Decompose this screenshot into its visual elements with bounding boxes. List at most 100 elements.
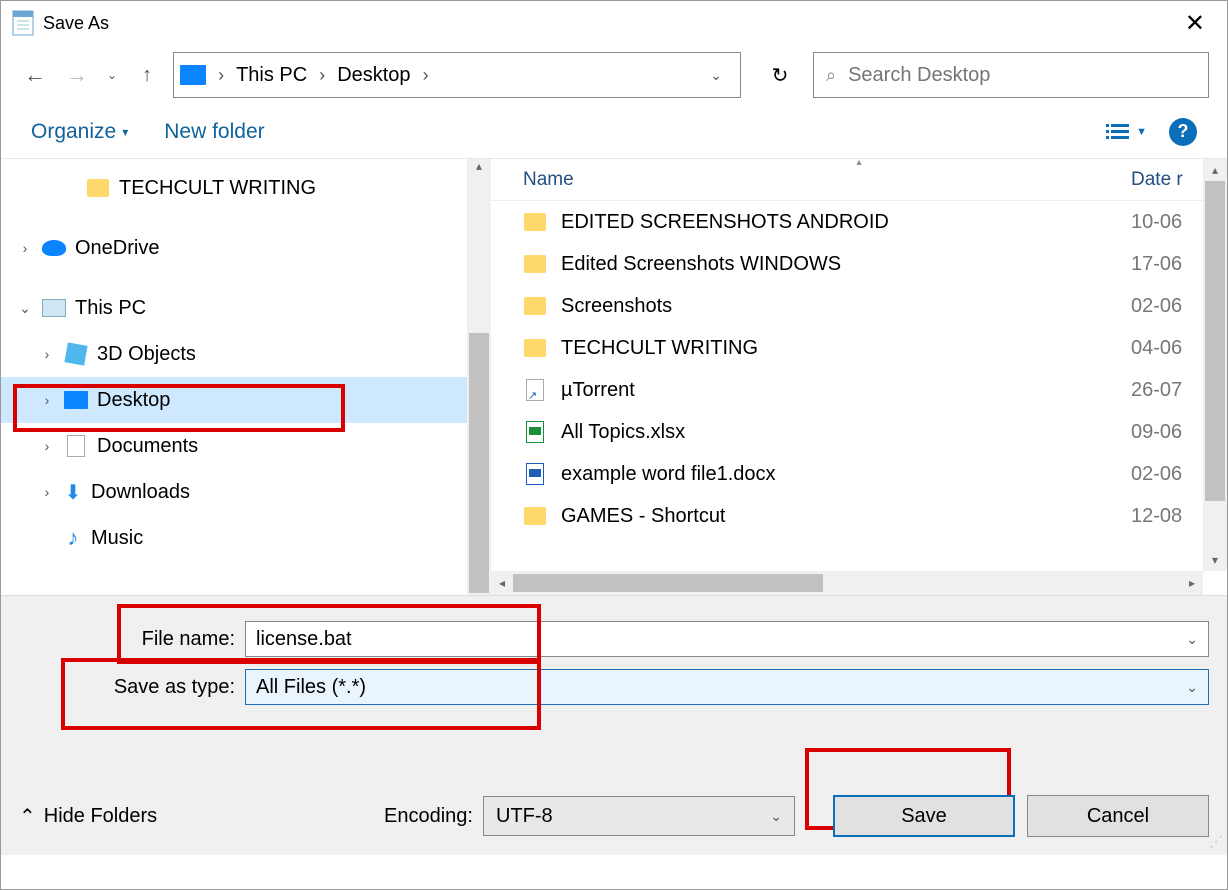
chevron-down-icon[interactable]: ⌄	[770, 808, 782, 825]
folder-icon	[523, 337, 547, 359]
folder-icon	[523, 211, 547, 233]
navigation-bar: ← → ⌄ ↑ › This PC › Desktop › ⌄ ↻ ⌕	[1, 45, 1227, 105]
file-row[interactable]: GAMES - Shortcut12-08	[491, 495, 1227, 537]
close-button[interactable]: ✕	[1171, 1, 1219, 46]
sort-indicator-icon: ▴	[491, 157, 1227, 168]
hide-folders-button[interactable]: ⌃ Hide Folders	[19, 804, 157, 829]
scroll-thumb[interactable]	[513, 574, 823, 592]
breadcrumb-this-pc[interactable]: This PC	[232, 64, 311, 87]
desktop-icon	[63, 389, 89, 411]
column-name[interactable]: Name	[523, 169, 1131, 191]
file-row[interactable]: Screenshots02-06	[491, 285, 1227, 327]
tree-item-3d-objects[interactable]: 3D Objects	[1, 331, 491, 377]
file-row[interactable]: example word file1.docx02-06	[491, 453, 1227, 495]
file-list[interactable]: ▴ Name Date r EDITED SCREENSHOTS ANDROID…	[491, 159, 1227, 595]
encoding-dropdown[interactable]: UTF-8 ⌄	[483, 796, 795, 836]
chevron-down-icon[interactable]: ⌄	[1186, 679, 1198, 696]
expand-icon[interactable]	[39, 392, 55, 408]
expand-icon[interactable]	[39, 484, 55, 500]
scroll-thumb[interactable]	[1205, 181, 1225, 501]
breadcrumb-desktop[interactable]: Desktop	[333, 64, 414, 87]
expand-icon[interactable]	[17, 240, 33, 256]
forward-button[interactable]: →	[61, 59, 93, 91]
tree-label: 3D Objects	[97, 343, 196, 366]
pc-icon	[41, 297, 67, 319]
address-dropdown[interactable]: ⌄	[698, 67, 734, 84]
scroll-up-icon[interactable]: ▴	[1203, 159, 1227, 181]
help-button[interactable]: ?	[1169, 118, 1197, 146]
file-row[interactable]: TECHCULT WRITING04-06	[491, 327, 1227, 369]
scroll-thumb[interactable]	[469, 333, 489, 593]
organize-menu[interactable]: Organize▾	[31, 120, 128, 144]
onedrive-icon	[41, 237, 67, 259]
file-row[interactable]: µTorrent26-07	[491, 369, 1227, 411]
folder-icon	[85, 177, 111, 199]
window-title: Save As	[43, 13, 109, 34]
cancel-button[interactable]: Cancel	[1027, 795, 1209, 837]
file-row[interactable]: EDITED SCREENSHOTS ANDROID10-06	[491, 201, 1227, 243]
navigation-tree[interactable]: TECHCULT WRITING OneDrive This PC 3D Obj…	[1, 159, 491, 595]
filename-input[interactable]: license.bat ⌄	[245, 621, 1209, 657]
word-icon	[523, 463, 547, 485]
file-name: All Topics.xlsx	[561, 421, 1131, 444]
scroll-down-icon[interactable]: ▾	[1203, 549, 1227, 571]
tree-item-downloads[interactable]: ⬇ Downloads	[1, 469, 491, 515]
chevron-right-icon[interactable]: ›	[212, 65, 230, 86]
tree-label: Desktop	[97, 389, 170, 412]
tree-item-documents[interactable]: Documents	[1, 423, 491, 469]
list-vscrollbar[interactable]: ▴ ▾	[1203, 159, 1227, 571]
encoding-label: Encoding:	[384, 805, 483, 828]
notepad-icon	[9, 9, 37, 37]
filename-label: File name:	[1, 628, 245, 651]
expand-icon[interactable]	[39, 438, 55, 454]
chevron-right-icon[interactable]: ›	[417, 65, 435, 86]
list-hscrollbar[interactable]: ◂ ▸	[491, 571, 1203, 595]
folder-icon	[523, 253, 547, 275]
save-panel: File name: license.bat ⌄ Save as type: A…	[1, 595, 1227, 855]
tree-item-onedrive[interactable]: OneDrive	[1, 225, 491, 271]
location-icon	[180, 65, 206, 85]
refresh-button[interactable]: ↻	[757, 52, 803, 98]
tree-item-this-pc[interactable]: This PC	[1, 285, 491, 331]
file-row[interactable]: Edited Screenshots WINDOWS17-06	[491, 243, 1227, 285]
expand-icon[interactable]	[39, 346, 55, 362]
scroll-up-icon[interactable]: ▴	[467, 159, 491, 173]
savetype-dropdown[interactable]: All Files (*.*) ⌄	[245, 669, 1209, 705]
resize-grip-icon[interactable]: ⋰	[1209, 837, 1225, 853]
tree-item-techcult[interactable]: TECHCULT WRITING	[1, 165, 491, 211]
file-name: Screenshots	[561, 295, 1131, 318]
title-bar: Save As ✕	[1, 1, 1227, 45]
document-icon	[63, 435, 89, 457]
music-icon: ♪	[63, 527, 83, 549]
scroll-left-icon[interactable]: ◂	[491, 576, 513, 590]
file-name: example word file1.docx	[561, 463, 1131, 486]
cube-icon	[63, 343, 89, 365]
file-name: µTorrent	[561, 379, 1131, 402]
file-name: Edited Screenshots WINDOWS	[561, 253, 1131, 276]
chevron-right-icon[interactable]: ›	[313, 65, 331, 86]
up-button[interactable]: ↑	[131, 59, 163, 91]
chevron-down-icon[interactable]: ⌄	[1186, 631, 1198, 648]
tree-label: OneDrive	[75, 237, 159, 260]
save-button[interactable]: Save	[833, 795, 1015, 837]
scroll-right-icon[interactable]: ▸	[1181, 576, 1203, 590]
encoding-value: UTF-8	[496, 805, 553, 828]
file-name: GAMES - Shortcut	[561, 505, 1131, 528]
tree-item-desktop[interactable]: Desktop	[1, 377, 491, 423]
tree-label: Downloads	[91, 481, 190, 504]
tree-label: Documents	[97, 435, 198, 458]
new-folder-button[interactable]: New folder	[164, 120, 264, 144]
tree-item-music[interactable]: ♪ Music	[1, 515, 491, 561]
history-dropdown[interactable]: ⌄	[103, 68, 121, 82]
search-input[interactable]	[848, 64, 1196, 87]
file-row[interactable]: All Topics.xlsx09-06	[491, 411, 1227, 453]
savetype-label: Save as type:	[1, 676, 245, 699]
folder-icon	[523, 505, 547, 527]
address-bar[interactable]: › This PC › Desktop › ⌄	[173, 52, 741, 98]
file-name: TECHCULT WRITING	[561, 337, 1131, 360]
collapse-icon[interactable]	[17, 300, 33, 317]
back-button[interactable]: ←	[19, 59, 51, 91]
tree-scrollbar[interactable]: ▴ ▾	[467, 159, 491, 595]
view-options-button[interactable]: ▼	[1106, 123, 1147, 141]
search-box[interactable]: ⌕	[813, 52, 1209, 98]
